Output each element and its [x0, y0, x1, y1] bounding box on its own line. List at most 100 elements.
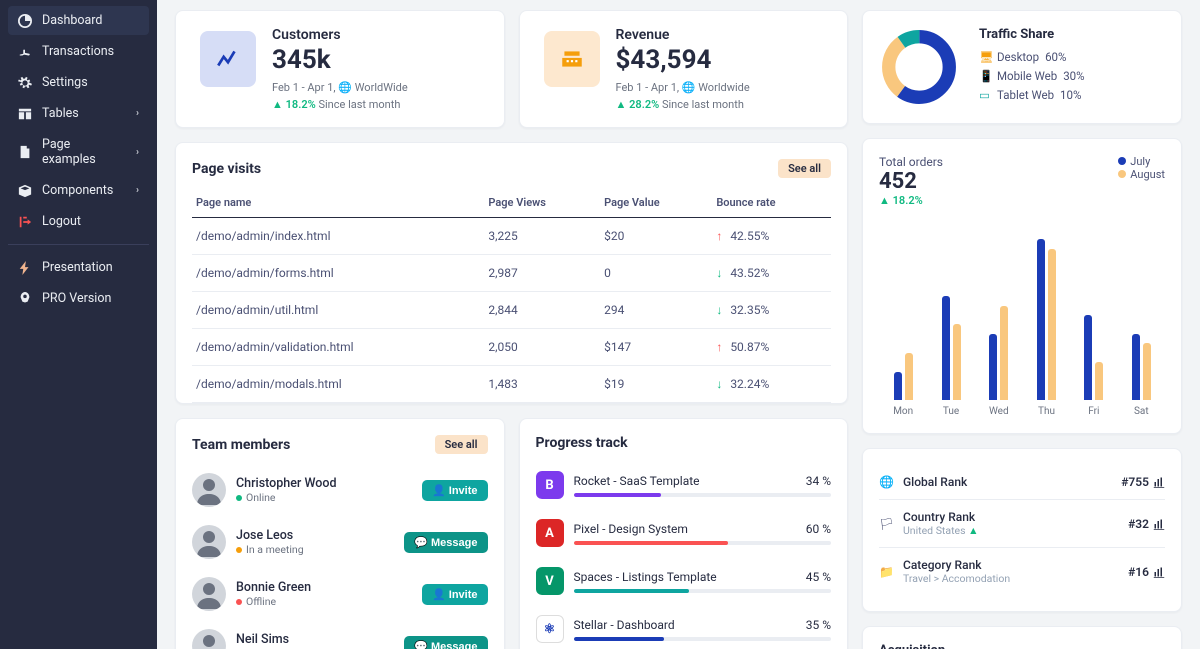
- project-icon: ⚛: [536, 615, 564, 643]
- progress-row: V Spaces - Listings Template45 %: [536, 557, 832, 605]
- avatar: [192, 525, 226, 559]
- table-row[interactable]: /demo/admin/modals.html1,483$19↓32.24%: [192, 366, 831, 403]
- member-name: Bonnie Green: [236, 580, 412, 595]
- sidebar-item-logout[interactable]: Logout: [8, 207, 149, 236]
- orders-legend: July August: [1118, 155, 1165, 181]
- rank-row[interactable]: 📁 Category RankTravel > Accomodation #16: [879, 548, 1165, 595]
- col-page-value: Page Value: [600, 188, 712, 218]
- project-name: Pixel - Design System: [574, 522, 688, 536]
- logout-icon: [18, 215, 32, 229]
- team-member-row: Christopher Wood Online 👤 Invite: [192, 464, 488, 516]
- rank-row[interactable]: 🌐 Global Rank #755: [879, 465, 1165, 500]
- see-all-button[interactable]: See all: [435, 435, 488, 454]
- traffic-title: Traffic Share: [979, 27, 1165, 42]
- progress-bar: [574, 589, 832, 593]
- hand-coin-icon: [18, 45, 32, 59]
- globe-icon: 🌐: [682, 81, 696, 94]
- customers-title: Customers: [272, 27, 408, 43]
- invite-button[interactable]: 👤 Invite: [422, 584, 487, 605]
- folder-icon: 📁: [879, 565, 893, 579]
- tablet-icon: ▭: [979, 88, 991, 102]
- project-pct: 35 %: [806, 618, 831, 632]
- acquisition-title: Acquisition: [879, 643, 1165, 649]
- bar-july: [1037, 239, 1045, 400]
- main-content: Customers 345k Feb 1 - Apr 1, 🌐 WorldWid…: [157, 0, 1200, 649]
- sidebar-item-presentation[interactable]: Presentation: [8, 253, 149, 282]
- sidebar: Dashboard Transactions Settings Tables ›…: [0, 0, 157, 649]
- message-button[interactable]: 💬 Message: [404, 532, 487, 553]
- rank-value: #755: [1121, 475, 1165, 489]
- orders-bar-chart: Mon Tue Wed Thu Fri Sat: [879, 227, 1165, 417]
- bar-label: Fri: [1088, 406, 1099, 417]
- bar-group: Mon: [893, 230, 913, 417]
- bar-july: [942, 296, 950, 400]
- bar-label: Mon: [893, 406, 913, 417]
- sidebar-item-label: Page examples: [42, 137, 126, 167]
- revenue-title: Revenue: [616, 27, 750, 43]
- customers-period: Feb 1 - Apr 1, 🌐 WorldWide: [272, 81, 408, 94]
- col-bounce-rate: Bounce rate: [712, 188, 831, 218]
- bar-label: Thu: [1038, 406, 1055, 417]
- chevron-right-icon: ›: [136, 108, 139, 119]
- rank-row[interactable]: 🏳 Country RankUnited States ▲ #32: [879, 500, 1165, 548]
- rank-title: Category Rank: [903, 558, 1010, 572]
- chart-icon: [1153, 518, 1165, 530]
- bar-august: [953, 324, 961, 400]
- chevron-right-icon: ›: [136, 185, 139, 196]
- cash-register-icon: [544, 31, 600, 87]
- table-row[interactable]: /demo/admin/forms.html2,9870↓43.52%: [192, 255, 831, 292]
- project-pct: 34 %: [806, 474, 831, 488]
- sidebar-item-transactions[interactable]: Transactions: [8, 37, 149, 66]
- sidebar-item-settings[interactable]: Settings: [8, 68, 149, 97]
- sidebar-item-label: Presentation: [42, 260, 113, 275]
- mobile-icon: 📱: [979, 69, 991, 83]
- bar-label: Sat: [1134, 406, 1149, 417]
- project-icon: V: [536, 567, 564, 595]
- message-button[interactable]: 💬 Message: [404, 636, 487, 649]
- sidebar-item-label: Dashboard: [42, 13, 102, 28]
- chart-icon: [1153, 476, 1165, 488]
- sidebar-divider: [8, 244, 149, 245]
- project-icon: B: [536, 471, 564, 499]
- revenue-card: Revenue $43,594 Feb 1 - Apr 1, 🌐 Worldwi…: [519, 10, 849, 128]
- chart-icon: [1153, 566, 1165, 578]
- progress-row: ⚛ Stellar - Dashboard35 %: [536, 605, 832, 649]
- bar-july: [1084, 315, 1092, 400]
- table-row[interactable]: /demo/admin/validation.html2,050$147↑50.…: [192, 329, 831, 366]
- progress-row: A Pixel - Design System60 %: [536, 509, 832, 557]
- bar-august: [905, 353, 913, 400]
- rank-value: #32: [1128, 517, 1165, 531]
- col-page-name: Page name: [192, 188, 484, 218]
- sidebar-item-page-examples[interactable]: Page examples ›: [8, 130, 149, 174]
- acquisition-card: Acquisition Tells you where your visitor…: [862, 626, 1182, 649]
- table-row[interactable]: /demo/admin/util.html2,844294↓32.35%: [192, 292, 831, 329]
- avatar: [192, 629, 226, 649]
- see-all-button[interactable]: See all: [778, 159, 831, 178]
- page-visits-table: Page name Page Views Page Value Bounce r…: [192, 188, 831, 403]
- sidebar-item-label: PRO Version: [42, 291, 111, 306]
- member-status: Offline: [236, 595, 412, 608]
- member-name: Neil Sims: [236, 632, 394, 647]
- sidebar-item-tables[interactable]: Tables ›: [8, 99, 149, 128]
- bar-july: [1132, 334, 1140, 400]
- table-row[interactable]: /demo/admin/index.html3,225$20↑42.55%: [192, 218, 831, 255]
- bar-july: [989, 334, 997, 400]
- progress-title: Progress track: [536, 435, 628, 451]
- progress-bar: [574, 637, 832, 641]
- invite-button[interactable]: 👤 Invite: [422, 480, 487, 501]
- sidebar-item-components[interactable]: Components ›: [8, 176, 149, 205]
- member-name: Christopher Wood: [236, 476, 412, 491]
- sidebar-item-label: Components: [42, 183, 113, 198]
- traffic-item-desktop: 🖥Desktop 60%: [979, 50, 1165, 64]
- sidebar-item-pro[interactable]: PRO Version: [8, 284, 149, 313]
- globe-icon: 🌐: [879, 475, 893, 489]
- bar-august: [1143, 343, 1151, 400]
- box-icon: [18, 184, 32, 198]
- bar-label: Tue: [943, 406, 959, 417]
- member-status: In a meeting: [236, 543, 394, 556]
- sidebar-item-dashboard[interactable]: Dashboard: [8, 6, 149, 35]
- sidebar-item-label: Transactions: [42, 44, 114, 59]
- globe-icon: 🌐: [338, 81, 352, 94]
- bar-group: Wed: [989, 230, 1009, 417]
- project-name: Spaces - Listings Template: [574, 570, 717, 584]
